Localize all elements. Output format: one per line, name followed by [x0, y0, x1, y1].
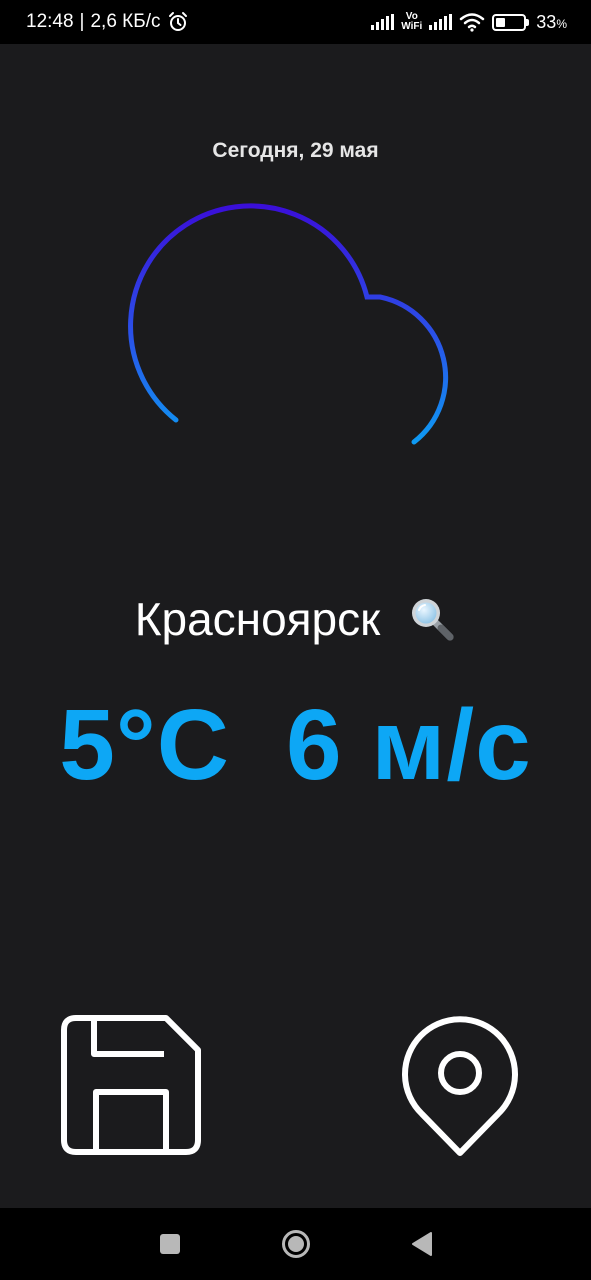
- weather-screen: 12:48 | 2,6 КБ/с Vo WiFi 33% Сегодня, 29…: [0, 0, 591, 1280]
- vowifi-icon: Vo WiFi: [401, 11, 423, 32]
- back-button[interactable]: [407, 1229, 437, 1259]
- date-label: Сегодня, 29 мая: [212, 139, 379, 162]
- battery-icon: [492, 13, 530, 31]
- search-icon[interactable]: [408, 595, 456, 643]
- status-bar: 12:48 | 2,6 КБ/с Vo WiFi 33%: [0, 0, 591, 44]
- city-row: Красноярск: [0, 592, 591, 646]
- floppy-disk-icon: [61, 1015, 201, 1155]
- save-button[interactable]: [60, 1014, 202, 1156]
- square-icon: [159, 1234, 180, 1254]
- wifi-icon: [460, 13, 485, 32]
- circle-icon: [281, 1230, 310, 1258]
- wind-speed-value: 6 м/с: [286, 689, 532, 801]
- separator: |: [79, 11, 85, 32]
- triangle-back-icon: [411, 1232, 432, 1256]
- weather-readings: 5°C 6 м/с: [0, 688, 591, 803]
- rain-cloud-icon: [128, 203, 449, 541]
- battery-percentage: 33%: [536, 11, 567, 32]
- map-pin-icon: [402, 1016, 518, 1156]
- network-speed: 2,6 КБ/с: [90, 11, 161, 32]
- signal-strength-2-icon: [429, 14, 453, 30]
- city-name: Красноярск: [134, 593, 381, 645]
- navigation-bar: [0, 1208, 591, 1280]
- status-left: 12:48 | 2,6 КБ/с: [26, 11, 189, 33]
- recent-apps-button[interactable]: [155, 1229, 185, 1259]
- temperature-value: 5°C: [59, 689, 231, 801]
- status-right: Vo WiFi 33%: [371, 12, 567, 33]
- alarm-icon: [168, 12, 187, 31]
- location-button[interactable]: [400, 1014, 520, 1156]
- home-button[interactable]: [281, 1229, 311, 1259]
- signal-strength-1-icon: [371, 14, 395, 30]
- clock: 12:48: [26, 11, 74, 32]
